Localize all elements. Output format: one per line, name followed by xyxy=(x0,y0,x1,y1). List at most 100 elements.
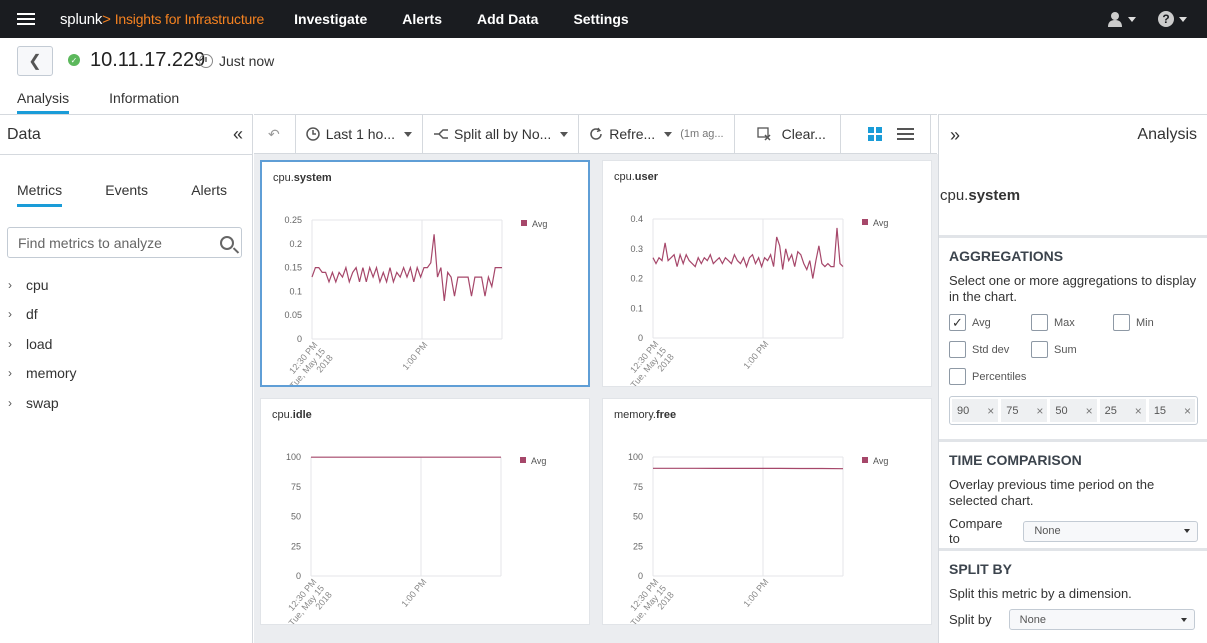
tab-information[interactable]: Information xyxy=(109,90,179,114)
line-chart-cpu-user: 0.4 0.3 0.2 0.1 012:30 PMTue, May 152018 1:00… xyxy=(628,214,888,386)
y-tick-label: 0 xyxy=(638,571,643,581)
back-button[interactable]: ❮ xyxy=(17,46,53,76)
checkbox-min[interactable]: Min xyxy=(1113,314,1195,331)
legend-swatch xyxy=(862,219,868,225)
list-view-icon[interactable] xyxy=(896,128,914,140)
nav-settings[interactable]: Settings xyxy=(573,11,628,27)
chart-panel-cpu-system[interactable]: cpu.system 0.25 0.2 0.15 0.1 0.05 0 12:30 PM Tu… xyxy=(260,160,590,387)
split-by-value: None xyxy=(1019,613,1046,626)
chevron-down-icon xyxy=(560,131,569,137)
tree-item-load[interactable]: › load xyxy=(8,329,252,359)
legend-label: Avg xyxy=(532,219,547,229)
grid-view-icon[interactable] xyxy=(867,127,882,141)
y-tick-label: 0 xyxy=(296,571,301,581)
tab-alerts[interactable]: Alerts xyxy=(191,182,227,207)
y-tick-label: 0.05 xyxy=(284,310,302,320)
x-tick-label: 12:30 PMTue, May 152018 xyxy=(287,340,335,385)
y-tick-label: 0.1 xyxy=(630,303,643,313)
y-tick-label: 0.4 xyxy=(630,214,643,224)
checkbox-percentiles[interactable]: Percentiles xyxy=(949,368,1031,385)
y-tick-label: 25 xyxy=(633,541,643,551)
top-nav: splunk> Insights for Infrastructure Inve… xyxy=(0,0,1207,38)
clear-button[interactable]: Clear... xyxy=(735,114,841,154)
line-chart-cpu-system: 0.25 0.2 0.15 0.1 0.05 012:30 PMTue, May 1520… xyxy=(284,215,547,385)
x-tick-label: 1:00 PM xyxy=(741,339,770,371)
legend-swatch xyxy=(520,457,526,463)
help-menu[interactable]: ? xyxy=(1158,11,1187,27)
remove-icon[interactable]: × xyxy=(1184,404,1191,418)
tree-item-df[interactable]: › df xyxy=(8,300,252,330)
undo-button[interactable]: ↶ xyxy=(254,114,296,154)
chevron-right-icon: › xyxy=(8,366,12,381)
chart-panel-cpu-idle[interactable]: cpu.idle 100 75 50 25 0 12:30 PM Tue, May 15 20… xyxy=(260,398,590,625)
chevron-down-icon xyxy=(404,131,413,137)
line-chart-cpu-idle: 100 75 50 25 012:30 PMTue, May 152018 1:00 PM… xyxy=(286,452,546,624)
checkbox-box xyxy=(1031,341,1048,358)
remove-icon[interactable]: × xyxy=(1086,404,1093,418)
tab-analysis[interactable]: Analysis xyxy=(17,90,70,114)
refresh-dropdown[interactable]: Refre... (1m ag... xyxy=(579,114,735,154)
collapse-icon[interactable]: « xyxy=(233,124,243,145)
tab-metrics[interactable]: Metrics xyxy=(17,182,63,207)
last-updated-text: Just now xyxy=(219,53,275,69)
checkbox-max[interactable]: Max xyxy=(1031,314,1113,331)
search-icon[interactable] xyxy=(220,235,234,250)
user-icon xyxy=(1108,12,1122,27)
remove-icon[interactable]: × xyxy=(1036,404,1043,418)
legend-swatch xyxy=(521,220,527,226)
chart-panel-memory-free[interactable]: memory.free 100 75 50 25 0 12:30 PM Tue, May 1… xyxy=(602,398,932,625)
app-brand[interactable]: splunk> Insights for Infrastructure xyxy=(60,11,264,28)
y-tick-label: 100 xyxy=(286,452,301,462)
metric-search-input[interactable]: Find metrics to analyze xyxy=(7,227,242,258)
chart-panel-cpu-user[interactable]: cpu.user 0.4 0.3 0.2 0.1 0 12:30 PM Tue, May 1… xyxy=(602,160,932,387)
checkbox-avg[interactable]: ✓ Avg xyxy=(949,314,1031,331)
splunk-logo: splunk xyxy=(60,10,103,28)
selected-metric-name: system xyxy=(968,187,1021,204)
nav-alerts[interactable]: Alerts xyxy=(402,11,442,27)
x-tick-text: 1:00 PM xyxy=(741,339,770,371)
checkbox-label: Min xyxy=(1136,316,1154,329)
nav-investigate[interactable]: Investigate xyxy=(294,11,367,27)
view-toggle xyxy=(841,114,931,154)
time-range-label: Last 1 ho... xyxy=(325,126,396,142)
remove-icon[interactable]: × xyxy=(1135,404,1142,418)
page-title: 10.11.17.229 xyxy=(90,49,206,71)
percentile-token: 75 × xyxy=(1001,399,1048,422)
percentile-value: 15 xyxy=(1153,404,1167,417)
percentile-value: 90 xyxy=(957,404,970,417)
chevron-right-icon: › xyxy=(8,277,12,292)
checkbox-sum[interactable]: Sum xyxy=(1031,341,1113,358)
expand-icon[interactable]: » xyxy=(950,125,960,146)
tree-item-swap[interactable]: › swap xyxy=(8,388,252,418)
chart-area: cpu.system 0.25 0.2 0.15 0.1 0.05 0 12:30 PM Tu… xyxy=(254,154,938,643)
help-icon: ? xyxy=(1158,11,1174,27)
time-range-dropdown[interactable]: Last 1 ho... xyxy=(296,114,424,154)
checkbox-box xyxy=(1031,314,1048,331)
brand-separator: > xyxy=(102,10,111,28)
analysis-panel: » Analysis cpu.system AGGREGATIONS Selec… xyxy=(938,114,1207,643)
series-line-avg xyxy=(652,227,844,279)
aggregations-heading: AGGREGATIONS xyxy=(949,248,1064,264)
tree-item-cpu[interactable]: › cpu xyxy=(8,270,252,300)
remove-icon[interactable]: × xyxy=(987,404,994,418)
split-all-dropdown[interactable]: Split all by No... xyxy=(423,114,580,154)
tree-item-label: memory xyxy=(26,365,77,382)
nav-add-data[interactable]: Add Data xyxy=(477,11,538,27)
clock-icon xyxy=(199,54,213,68)
chevron-down-icon xyxy=(664,131,673,137)
aggregations-desc: Select one or more aggregations to displ… xyxy=(949,273,1197,304)
split-by-select[interactable]: None xyxy=(1008,609,1195,630)
refresh-age: (1m ag... xyxy=(680,128,724,140)
percentile-token: 90 × xyxy=(952,399,999,422)
selected-metric-prefix: cpu. xyxy=(940,187,969,204)
user-menu[interactable] xyxy=(1107,11,1136,27)
percentile-token: 25 × xyxy=(1099,399,1146,422)
legend-label: Avg xyxy=(873,218,888,228)
percentiles-input[interactable]: 90 × 75 × 50 × 25 × 15 × xyxy=(949,396,1198,425)
menu-icon[interactable] xyxy=(17,13,35,25)
checkbox-std-dev[interactable]: Std dev xyxy=(949,341,1031,358)
compare-to-select[interactable]: None xyxy=(1023,520,1198,542)
tree-item-memory[interactable]: › memory xyxy=(8,359,252,389)
tab-events[interactable]: Events xyxy=(105,182,148,207)
split-by-section: SPLIT BY Split this metric by a dimensio… xyxy=(939,548,1207,630)
